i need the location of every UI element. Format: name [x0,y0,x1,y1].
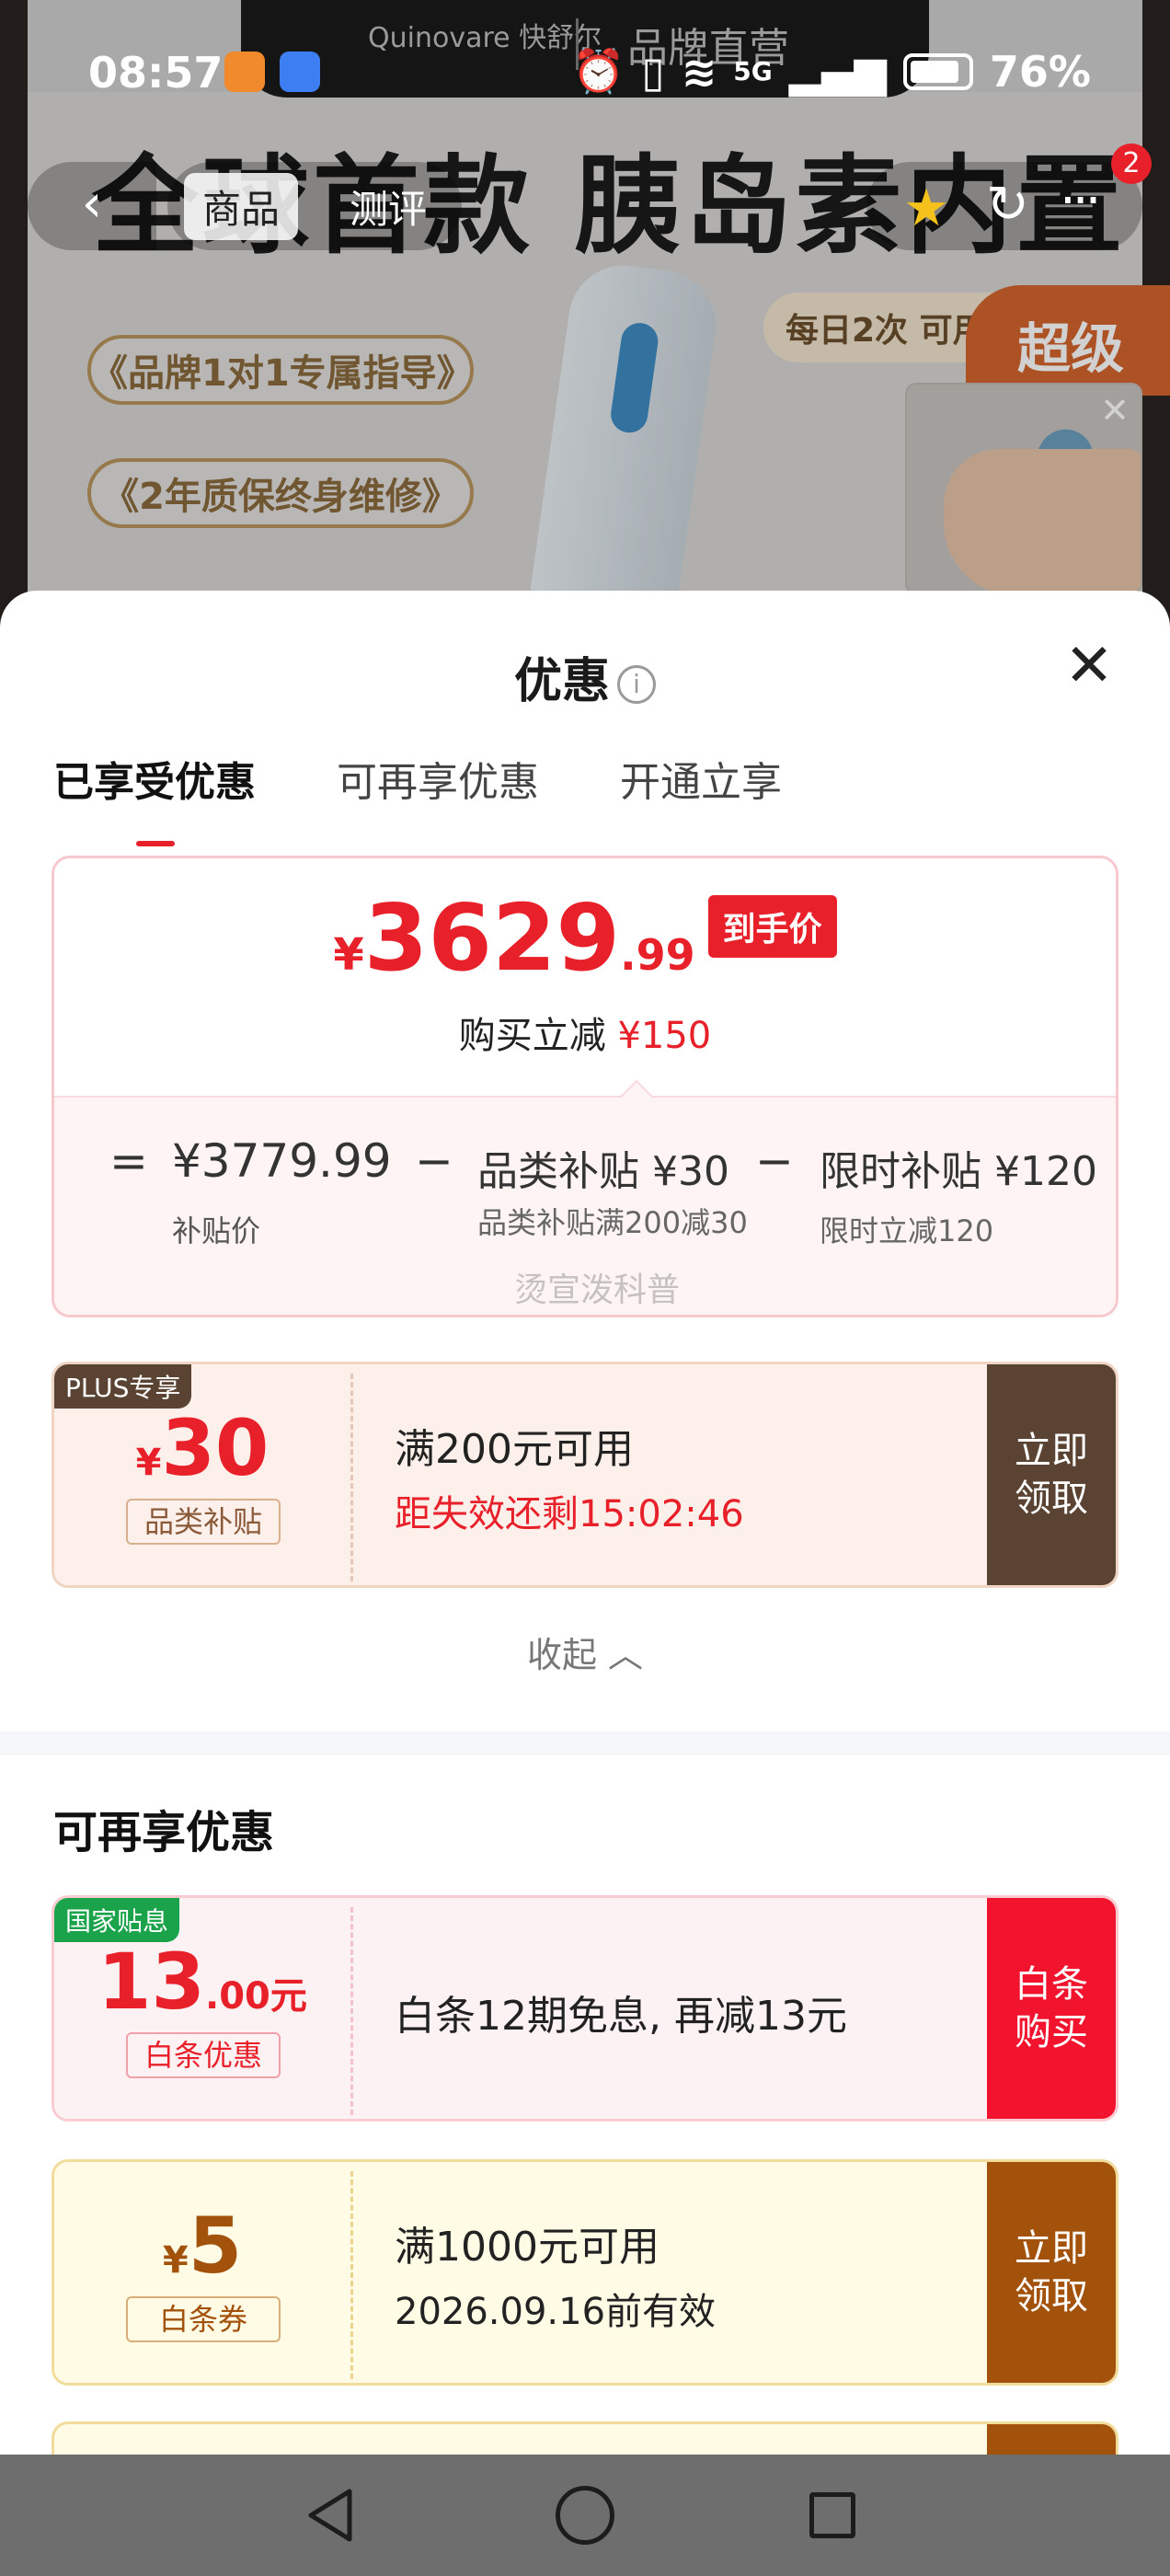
price-decimal: .99 [620,930,695,980]
coupon-amount: ¥30 [54,1403,350,1493]
more-icon[interactable]: ··· [1060,171,1101,231]
coupon-description: 白条12期免息, 再减13元 [395,1993,847,2040]
limited-subsidy-label: 限时立减120 [820,1213,994,1248]
final-price: ¥3629.99到手价 [54,884,1116,992]
back-button[interactable]: ‹ [28,162,156,250]
chevron-left-icon: ‹ [81,174,103,234]
claim-button[interactable]: 立即 领取 [987,1364,1116,1585]
category-subsidy-value: 品类补贴 ¥30 [477,1148,729,1195]
status-bar: Quinovare 快舒尔 品牌直营 08:57 ⏰ ▯ ≋ 5G ▂▄▆ 76… [0,0,1170,147]
network-type: 5G [733,56,773,86]
price-reduction: 购买立减 ¥150 [54,1006,1116,1059]
minus-sign-2: − [755,1134,794,1188]
coupon-expiry: 2026.09.16前有效 [395,2291,717,2333]
final-price-tag: 到手价 [707,895,837,958]
base-price-value: ¥3779.99 [172,1134,392,1188]
gov-subsidy-ribbon: 国家贴息 [54,1898,180,1942]
tab-review[interactable]: 测评 [331,173,445,240]
plus-coupon-card: 满200元可用 距失效还剩15:02:46 PLUS专享 ¥30 品类补贴 立即… [52,1362,1118,1588]
share-icon[interactable]: ↻ [986,175,1029,235]
plus-exclusive-ribbon: PLUS专享 [54,1364,192,1409]
voucher-coupon-card: 满1000元可用 2026.09.16前有效 ¥5 白条券 立即 领取 [52,2159,1118,2386]
equals-sign: = [109,1134,148,1188]
coupon-value: 5 [188,2201,243,2291]
tab-product[interactable]: 商品 [184,172,299,240]
baitiao-buy-button[interactable]: 白条 购买 [987,1898,1116,2119]
coupon-decimal: .00元 [205,1975,307,2018]
home-circle-icon[interactable] [556,2486,614,2545]
coupon-value: 13 [98,1937,206,2027]
minus-sign-1: − [415,1134,453,1188]
coupon-countdown: 距失效还剩15:02:46 [395,1493,744,1535]
coupon-type: 白条券 [126,2296,281,2342]
status-time: 08:57 [88,48,224,98]
coupon-condition: 满200元可用 [395,1426,634,1473]
collapse-button[interactable]: 收起 ︿ [0,1627,1170,1677]
signal-icon: ▂▄▆ [788,46,887,97]
system-nav-bar [0,2455,1170,2576]
watermark: 烫宣泼科普 [514,1271,681,1309]
info-icon[interactable]: i [617,665,656,704]
notch-brand: Quinovare 快舒尔 [368,22,602,54]
collapse-label: 收起 [526,1635,597,1675]
notification-badge: 2 [1111,144,1152,184]
tab-enjoyed-discounts[interactable]: 已享受优惠 [53,749,256,846]
nav-actions: ★ ↻ ··· 2 [866,144,1152,250]
next-coupon-button[interactable] [987,2424,1116,2458]
battery-percent: 76% [989,46,1091,97]
section-title: 可再享优惠 [53,1807,275,1858]
coupon-currency: ¥ [135,1442,162,1484]
coupon-amount: 13.00元 [54,1937,350,2027]
product-nav-tabs: 商品 测评 [167,162,463,250]
price-integer: 3629 [363,884,621,992]
chevron-up-icon: ︿ [608,1635,644,1675]
coupon-amount: ¥5 [54,2201,350,2291]
alarm-icon: ⏰ [572,46,625,96]
discount-sheet: 优惠 i ✕ 已享受优惠 可再享优惠 开通立享 ¥3629.99到手价 购买立减 … [0,591,1170,2458]
coupon-type: 品类补贴 [126,1499,281,1545]
close-icon[interactable]: ✕ [1060,637,1118,696]
status-icons: ⏰ ▯ ≋ 5G ▂▄▆ 76% [572,46,1091,97]
next-coupon-card[interactable] [52,2421,1118,2458]
sheet-title-text: 优惠 [513,654,610,709]
coupon-currency: ¥ [162,2239,189,2282]
category-subsidy-label: 品类补贴满200减30 [477,1205,748,1240]
wifi-icon: ≋ [681,46,717,97]
coupon-type: 白条优惠 [126,2032,281,2078]
back-triangle-icon[interactable] [304,2486,362,2545]
sheet-title: 优惠 i [0,642,1170,711]
app-notification-icon-2 [280,52,320,92]
limited-subsidy-value: 限时补贴 ¥120 [820,1148,1097,1195]
price-currency: ¥ [333,929,364,981]
coupon-condition: 满1000元可用 [395,2224,660,2271]
reduction-label: 购买立减 [458,1015,606,1057]
tab-more-discounts[interactable]: 可再享优惠 [337,749,539,808]
reduction-amount: ¥150 [617,1015,712,1057]
claim-button[interactable]: 立即 领取 [987,2162,1116,2383]
app-notification-icon [224,52,265,92]
discount-tabs: 已享受优惠 可再享优惠 开通立享 [53,749,782,846]
battery-icon [902,52,973,90]
star-icon[interactable]: ★ [903,178,949,238]
coupon-value: 30 [161,1403,270,1493]
base-price-label: 补贴价 [172,1213,261,1248]
section-separator [0,1731,1170,1755]
tab-activate-discounts[interactable]: 开通立享 [620,749,782,808]
recent-apps-icon[interactable] [809,2492,855,2538]
price-breakdown-card: ¥3629.99到手价 购买立减 ¥150 = ¥3779.99 补贴价 − 品… [52,856,1118,1317]
baitiao-coupon-card: 白条12期免息, 再减13元 国家贴息 13.00元 白条优惠 白条 购买 [52,1895,1118,2122]
vibrate-icon: ▯ [641,46,665,97]
